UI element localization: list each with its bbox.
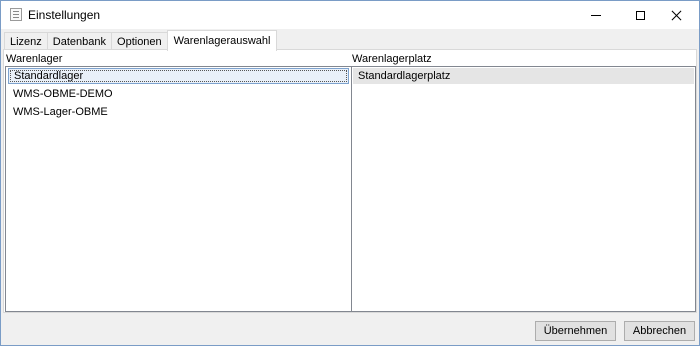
- warehouse-list-label: Warenlager: [6, 53, 63, 65]
- location-list-label: Warenlagerplatz: [352, 53, 432, 65]
- tab-datenbank[interactable]: Datenbank: [46, 32, 113, 50]
- minimize-icon: [590, 14, 601, 16]
- warehouse-list-item[interactable]: WMS-OBME-DEMO: [8, 86, 349, 102]
- warehouse-list-item[interactable]: Standardlager: [8, 68, 349, 84]
- cancel-button[interactable]: Abbrechen: [624, 321, 695, 341]
- apply-button[interactable]: Übernehmen: [535, 321, 616, 341]
- minimize-button[interactable]: [573, 1, 618, 29]
- maximize-icon: [636, 10, 645, 20]
- close-icon: [671, 10, 682, 21]
- location-list[interactable]: Standardlagerplatz: [351, 66, 696, 312]
- tab-lizenz[interactable]: Lizenz: [4, 32, 48, 50]
- title-bar[interactable]: Einstellungen: [1, 1, 699, 29]
- settings-window: Einstellungen Lizenz Datenbank Optionen …: [0, 0, 700, 346]
- window-title: Einstellungen: [28, 8, 101, 22]
- warehouse-list[interactable]: Standardlager WMS-OBME-DEMO WMS-Lager-OB…: [5, 66, 352, 312]
- tab-optionen[interactable]: Optionen: [111, 32, 168, 50]
- location-list-item[interactable]: Standardlagerplatz: [353, 68, 694, 84]
- app-icon: [10, 8, 22, 21]
- tab-strip: Lizenz Datenbank Optionen Warenlagerausw…: [4, 30, 278, 51]
- tab-panel-warenlagerauswahl: Warenlager Warenlagerplatz Standardlager…: [3, 49, 697, 313]
- close-button[interactable]: [654, 1, 699, 29]
- tab-warenlagerauswahl[interactable]: Warenlagerauswahl: [166, 30, 278, 51]
- warehouse-list-item[interactable]: WMS-Lager-OBME: [8, 104, 349, 120]
